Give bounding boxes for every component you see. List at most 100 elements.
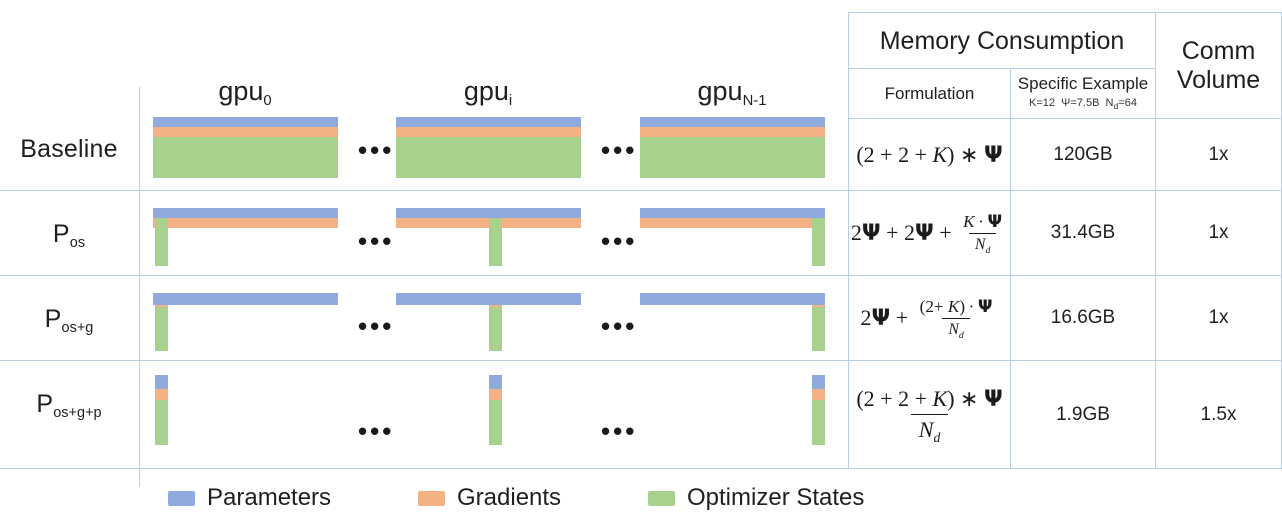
- memory-consumption-header: Memory Consumption: [849, 14, 1155, 68]
- row-label-posgp: Pos+g+p: [0, 390, 138, 422]
- ellipsis-posg-1: •••: [358, 311, 395, 341]
- baseline-gpun-parameters: [640, 117, 825, 127]
- baseline-gpu0-gradients: [153, 127, 338, 137]
- pos-gpun-parameters: [640, 208, 825, 218]
- row-label-posg-base: P: [44, 305, 62, 333]
- zero-memory-optimization-figure: gpu0 gpui gpuN-1 Baseline Pos Pos+g Pos+…: [0, 0, 1282, 528]
- specific-example-header-text: Specific Example: [1017, 74, 1149, 93]
- formulation-cell-baseline: (2 + 2 + K) ∗ Ψ: [849, 119, 1010, 190]
- formula-posg: 2Ψ + (2+ K) ∙ Ψ Nd: [860, 296, 993, 341]
- posgp-gpui-gradients: [489, 389, 502, 400]
- formulation-header: Formulation: [849, 70, 1010, 118]
- comm-value-posgp: 1.5x: [1156, 361, 1281, 468]
- baseline-gpu0-parameters: [153, 117, 338, 127]
- row-label-posgp-base: P: [36, 390, 54, 418]
- legend-label-parameters: Parameters: [207, 484, 332, 511]
- baseline-gpui-optimizer: [396, 137, 581, 178]
- baseline-gpui-parameters: [396, 117, 581, 127]
- row-label-posg: Pos+g: [0, 305, 138, 337]
- baseline-gpu0-optimizer: [153, 137, 338, 178]
- param-k: K=12: [1029, 97, 1056, 109]
- formula-posgp: (2 + 2 + K) ∗ Ψ Nd: [856, 385, 1003, 445]
- row-label-pos-base: P: [52, 220, 70, 248]
- posg-gpun-parameters: [640, 293, 825, 305]
- memory-value-pos-text: 31.4GB: [1050, 222, 1116, 243]
- ellipsis-pos-2: •••: [601, 226, 638, 256]
- param-nd-sub: d: [1113, 100, 1119, 111]
- row-label-posg-sub: os+g: [61, 320, 94, 337]
- row-label-pos: Pos: [0, 220, 138, 251]
- posgp-gpui-parameters: [489, 375, 502, 389]
- baseline-gpun-gradients: [640, 127, 825, 137]
- memory-value-baseline: 120GB: [1011, 119, 1155, 190]
- comm-volume-header-line1: Comm: [1181, 37, 1256, 66]
- pos-gpui-optimizer: [489, 218, 502, 266]
- memory-value-posgp: 1.9GB: [1011, 361, 1155, 468]
- baseline-gpui-gradients: [396, 127, 581, 137]
- legend-swatch-gradients-icon: [418, 490, 445, 506]
- comm-value-posgp-text: 1.5x: [1200, 403, 1237, 425]
- memory-value-pos: 31.4GB: [1011, 191, 1155, 275]
- gpu-header-i-base: gpu: [463, 76, 509, 106]
- posgp-gpui-optimizer: [489, 400, 502, 445]
- gpu-header-n-1-sub: N-1: [742, 92, 767, 109]
- ellipsis-baseline-2: •••: [601, 135, 638, 165]
- ellipsis-baseline-1: •••: [358, 135, 395, 165]
- memory-value-posg: 16.6GB: [1011, 276, 1155, 360]
- posg-gpu0-optimizer: [155, 307, 168, 351]
- posg-gpui-optimizer: [489, 307, 502, 351]
- posgp-gpu0-parameters: [155, 375, 168, 389]
- specific-example-params: K=12 Ψ=7.5B Nd=64: [1011, 97, 1155, 111]
- posgp-gpun-parameters: [812, 375, 825, 389]
- gpu-header-i: gpui: [393, 76, 583, 109]
- pos-gpun-optimizer: [812, 218, 825, 266]
- memory-value-baseline-text: 120GB: [1053, 143, 1113, 165]
- ellipsis-posgp-1: •••: [358, 416, 395, 446]
- row-label-baseline: Baseline: [0, 135, 138, 164]
- posgp-gpun-gradients: [812, 389, 825, 400]
- formula-pos: 2Ψ + 2Ψ + K ∙ Ψ Nd: [850, 211, 1003, 256]
- comm-value-posg: 1x: [1156, 276, 1281, 360]
- posgp-gpu0-optimizer: [155, 400, 168, 445]
- gpu-header-n-1: gpuN-1: [637, 76, 827, 109]
- legend-label-optimizer-states: Optimizer States: [687, 484, 865, 511]
- memory-value-posgp-text: 1.9GB: [1056, 403, 1110, 425]
- formulation-cell-posg: 2Ψ + (2+ K) ∙ Ψ Nd: [849, 276, 1010, 360]
- gpu-header-0-sub: 0: [263, 92, 272, 109]
- formulation-cell-pos: 2Ψ + 2Ψ + K ∙ Ψ Nd: [849, 191, 1010, 275]
- param-nd-val: =64: [1118, 97, 1137, 109]
- table-header-divider: [848, 68, 1155, 69]
- legend-item-gradients: Gradients: [418, 484, 561, 512]
- pos-gpun-gradients: [640, 218, 825, 228]
- legend-swatch-parameters-icon: [168, 490, 195, 506]
- formula-baseline: (2 + 2 + K) ∗ Ψ: [856, 141, 1003, 168]
- pos-gpu0-gradients: [153, 218, 338, 228]
- pos-gpu0-optimizer: [155, 218, 168, 266]
- legend-label-gradients: Gradients: [457, 484, 562, 511]
- pos-gpu0-parameters: [153, 208, 338, 218]
- comm-volume-header: Comm Volume: [1156, 14, 1281, 118]
- posgp-gpun-optimizer: [812, 400, 825, 445]
- formulation-cell-posgp: (2 + 2 + K) ∗ Ψ Nd: [849, 361, 1010, 468]
- comm-value-baseline-text: 1x: [1208, 143, 1229, 165]
- posgp-gpu0-gradients: [155, 389, 168, 400]
- row-divider-bottom: [0, 468, 1282, 469]
- formulation-header-text: Formulation: [884, 84, 975, 103]
- row-label-baseline-text: Baseline: [20, 135, 118, 163]
- gpu-header-0: gpu0: [150, 76, 340, 109]
- table-top-border: [848, 12, 1282, 13]
- posg-gpun-optimizer: [812, 307, 825, 351]
- gpu-header-n-1-base: gpu: [697, 76, 743, 106]
- comm-value-pos-text: 1x: [1208, 222, 1229, 243]
- row-label-posgp-sub: os+g+p: [53, 405, 102, 422]
- posg-gpu0-parameters: [153, 293, 338, 305]
- baseline-gpun-optimizer: [640, 137, 825, 178]
- comm-value-baseline: 1x: [1156, 119, 1281, 190]
- posg-gpui-parameters: [396, 293, 581, 305]
- memory-consumption-header-text: Memory Consumption: [879, 26, 1125, 55]
- comm-value-posg-text: 1x: [1208, 307, 1229, 328]
- legend-item-optimizer-states: Optimizer States: [648, 484, 864, 512]
- memory-value-posg-text: 16.6GB: [1050, 307, 1116, 328]
- ellipsis-posg-2: •••: [601, 311, 638, 341]
- legend-item-parameters: Parameters: [168, 484, 331, 512]
